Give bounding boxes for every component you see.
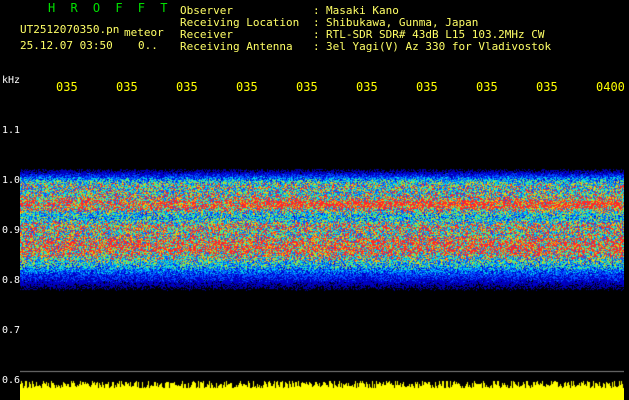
time-tick: 035 bbox=[116, 80, 138, 94]
filename: UT2512070350.pn bbox=[20, 23, 120, 36]
time-tick: 035 bbox=[176, 80, 198, 94]
app-title: H R O F F T bbox=[48, 1, 172, 15]
antenna-value: 3el Yagi(V) Az 330 for Vladivostok bbox=[326, 40, 552, 53]
bottom-signal-band bbox=[20, 380, 624, 400]
freq-tick: 1.0 bbox=[2, 175, 21, 186]
freq-tick: 0.6 bbox=[2, 375, 21, 386]
antenna-label: Receiving Antenna bbox=[180, 40, 293, 53]
freq-tick: 1.1 bbox=[2, 125, 21, 136]
spectrogram-waterfall bbox=[20, 96, 624, 382]
frequency-unit: kHz bbox=[2, 75, 21, 86]
separator: : bbox=[313, 40, 320, 53]
freq-tick: 0.8 bbox=[2, 275, 21, 286]
time-tick: 035 bbox=[296, 80, 318, 94]
file-tag: meteor bbox=[124, 26, 164, 39]
time-tick: 035 bbox=[536, 80, 558, 94]
time-tick: 035 bbox=[56, 80, 78, 94]
freq-tick: 0.9 bbox=[2, 225, 21, 236]
time-tick: 035 bbox=[236, 80, 258, 94]
capture-datetime: 25.12.07 03:50 bbox=[20, 39, 113, 52]
time-tick: 0400 bbox=[596, 80, 625, 94]
time-tick: 035 bbox=[476, 80, 498, 94]
time-tick: 035 bbox=[356, 80, 378, 94]
time-tick: 035 bbox=[416, 80, 438, 94]
freq-tick: 0.7 bbox=[2, 325, 21, 336]
capture-datetime-suffix: 0.. bbox=[138, 39, 158, 52]
